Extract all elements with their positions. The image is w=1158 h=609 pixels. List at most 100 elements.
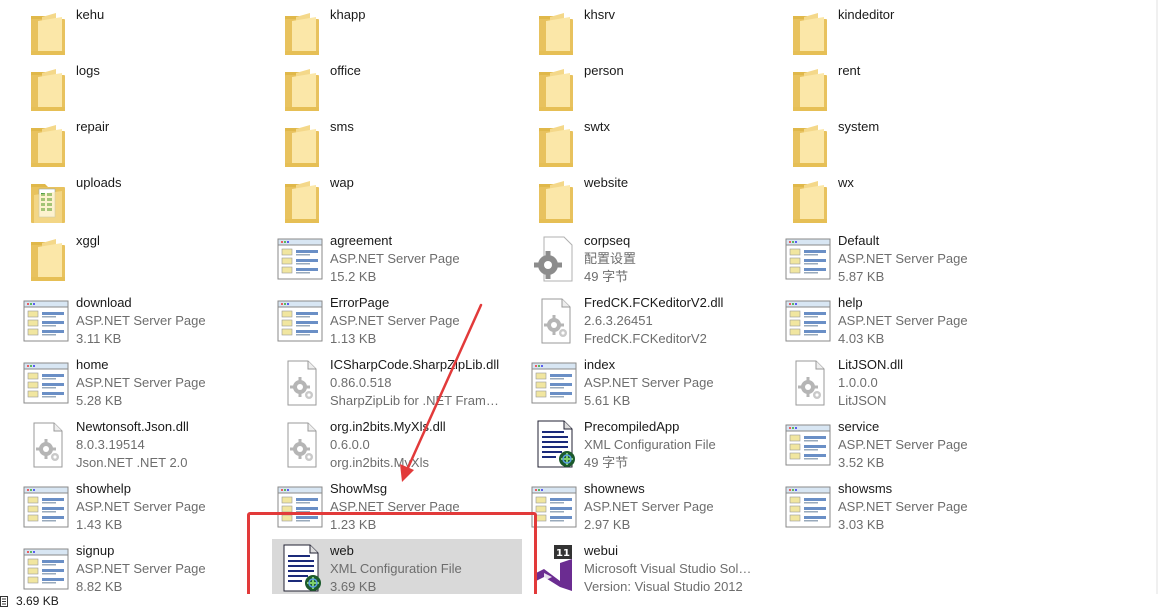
file-name: person: [584, 63, 624, 78]
folder-icon: [276, 119, 326, 169]
folder-icon: [22, 7, 72, 57]
file-name: service: [838, 419, 880, 434]
file-name: wap: [330, 175, 354, 190]
file-item-download[interactable]: download ASP.NET Server Page 3.11 KB: [0, 291, 250, 347]
file-item-wap[interactable]: wap: [254, 171, 504, 227]
aspx-icon: [276, 481, 326, 531]
file-type: ASP.NET Server Page: [838, 251, 968, 266]
file-item-kehu[interactable]: kehu: [0, 3, 250, 59]
file-detail: org.in2bits.MyXls: [330, 455, 429, 470]
file-item-repair[interactable]: repair: [0, 115, 250, 171]
folder-icon: [276, 7, 326, 57]
file-item-org-in2bits-myxls-dll[interactable]: org.in2bits.MyXls.dll 0.6.0.0 org.in2bits.…: [254, 415, 504, 471]
file-item-office[interactable]: office: [254, 59, 504, 115]
file-detail: 49 字节: [584, 455, 629, 470]
file-type: 配置设置: [584, 251, 637, 266]
file-item-swtx[interactable]: swtx: [508, 115, 758, 171]
file-type: 2.6.3.26451: [584, 313, 653, 328]
file-item-showhelp[interactable]: showhelp ASP.NET Server Page 1.43 KB: [0, 477, 250, 533]
file-item-service[interactable]: service ASP.NET Server Page 3.52 KB: [762, 415, 1012, 471]
file-item-kindeditor[interactable]: kindeditor: [762, 3, 1012, 59]
file-item-sms[interactable]: sms: [254, 115, 504, 171]
file-name: shownews: [584, 481, 645, 496]
file-item-uploads[interactable]: uploads: [0, 171, 250, 227]
file-type: ASP.NET Server Page: [584, 499, 714, 514]
file-type: ASP.NET Server Page: [330, 313, 460, 328]
file-item-logs[interactable]: logs: [0, 59, 250, 115]
folder-icon: [276, 175, 326, 225]
file-detail: 4.03 KB: [838, 331, 885, 346]
file-name: uploads: [76, 175, 122, 190]
folder-icon: [784, 119, 834, 169]
file-item-fredck-fckeditorv2-dll[interactable]: FredCK.FCKeditorV2.dll 2.6.3.26451 FredCK.…: [508, 291, 758, 347]
file-name: showhelp: [76, 481, 131, 496]
file-item-system[interactable]: system: [762, 115, 1012, 171]
folder-icon: [530, 7, 580, 57]
file-type: ASP.NET Server Page: [76, 313, 206, 328]
file-item-errorpage[interactable]: ErrorPage ASP.NET Server Page 1.13 KB: [254, 291, 504, 347]
file-item-showsms[interactable]: showsms ASP.NET Server Page 3.03 KB: [762, 477, 1012, 533]
file-item-showmsg[interactable]: ShowMsg ASP.NET Server Page 1.23 KB: [254, 477, 504, 533]
file-type: ASP.NET Server Page: [838, 437, 968, 452]
file-detail: SharpZipLib for .NET Framewo...: [330, 393, 502, 408]
folder-icon: [530, 63, 580, 113]
file-item-home[interactable]: home ASP.NET Server Page 5.28 KB: [0, 353, 250, 409]
dll-icon: [530, 295, 580, 345]
dll-icon: [276, 357, 326, 407]
folder-icon: [22, 119, 72, 169]
file-item-agreement[interactable]: agreement ASP.NET Server Page 15.2 KB: [254, 229, 504, 285]
file-detail: 15.2 KB: [330, 269, 377, 284]
file-type: ASP.NET Server Page: [330, 251, 460, 266]
status-selected-size: 3.69 KB: [16, 594, 59, 608]
file-name: ICSharpCode.SharpZipLib.dll: [330, 357, 500, 372]
folder-icon: [784, 63, 834, 113]
file-item-khapp[interactable]: khapp: [254, 3, 504, 59]
aspx-icon: [276, 295, 326, 345]
file-detail: 3.11 KB: [76, 331, 122, 346]
dll-icon: [784, 357, 834, 407]
file-name: office: [330, 63, 361, 78]
file-name: signup: [76, 543, 115, 558]
file-item-newtonsoft-json-dll[interactable]: Newtonsoft.Json.dll 8.0.3.19514 Json.NET .…: [0, 415, 250, 471]
file-item-shownews[interactable]: shownews ASP.NET Server Page 2.97 KB: [508, 477, 758, 533]
file-name: xggl: [76, 233, 100, 248]
file-item-website[interactable]: website: [508, 171, 758, 227]
file-type: ASP.NET Server Page: [838, 499, 968, 514]
file-type: 1.0.0.0: [838, 375, 878, 390]
file-detail: 1.43 KB: [76, 517, 123, 532]
folder-icon: [22, 233, 72, 283]
file-item-litjson-dll[interactable]: LitJSON.dll 1.0.0.0 LitJSON: [762, 353, 1012, 409]
file-item-person[interactable]: person: [508, 59, 758, 115]
file-name: webui: [584, 543, 618, 558]
file-grid: kehu khapp khsrv kindeditor logs office person…: [0, 0, 1158, 597]
file-name: logs: [76, 63, 100, 78]
file-name: showsms: [838, 481, 893, 496]
file-item-khsrv[interactable]: khsrv: [508, 3, 758, 59]
file-name: corpseq: [584, 233, 631, 248]
file-item-xggl[interactable]: xggl: [0, 229, 250, 285]
file-item-index[interactable]: index ASP.NET Server Page 5.61 KB: [508, 353, 758, 409]
file-name: khsrv: [584, 7, 616, 22]
file-detail: 5.28 KB: [76, 393, 123, 408]
file-item-precompiledapp[interactable]: PrecompiledApp XML Configuration File 49 字…: [508, 415, 758, 471]
dll-icon: [276, 419, 326, 469]
file-item-rent[interactable]: rent: [762, 59, 1012, 115]
file-item-icsharpcode-sharpziplib-dll[interactable]: ICSharpCode.SharpZipLib.dll 0.86.0.518 Sha…: [254, 353, 504, 409]
file-item-default[interactable]: Default ASP.NET Server Page 5.87 KB: [762, 229, 1012, 285]
aspx-icon: [784, 419, 834, 469]
aspx-icon: [784, 233, 834, 283]
file-item-web[interactable]: web XML Configuration File 3.69 KB: [272, 539, 522, 597]
file-name: home: [76, 357, 109, 372]
file-name: index: [584, 357, 616, 372]
aspx-icon: [530, 481, 580, 531]
file-item-signup[interactable]: signup ASP.NET Server Page 8.82 KB: [0, 539, 250, 595]
file-type: 8.0.3.19514: [76, 437, 145, 452]
file-detail: 2.97 KB: [584, 517, 631, 532]
file-name: ShowMsg: [330, 481, 388, 496]
file-item-wx[interactable]: wx: [762, 171, 1012, 227]
file-item-help[interactable]: help ASP.NET Server Page 4.03 KB: [762, 291, 1012, 347]
file-detail: FredCK.FCKeditorV2: [584, 331, 707, 346]
file-name: ErrorPage: [330, 295, 390, 310]
file-item-webui[interactable]: 11 webui Microsoft Visual Studio Solution V…: [508, 539, 758, 595]
file-item-corpseq[interactable]: corpseq 配置设置 49 字节: [508, 229, 758, 285]
